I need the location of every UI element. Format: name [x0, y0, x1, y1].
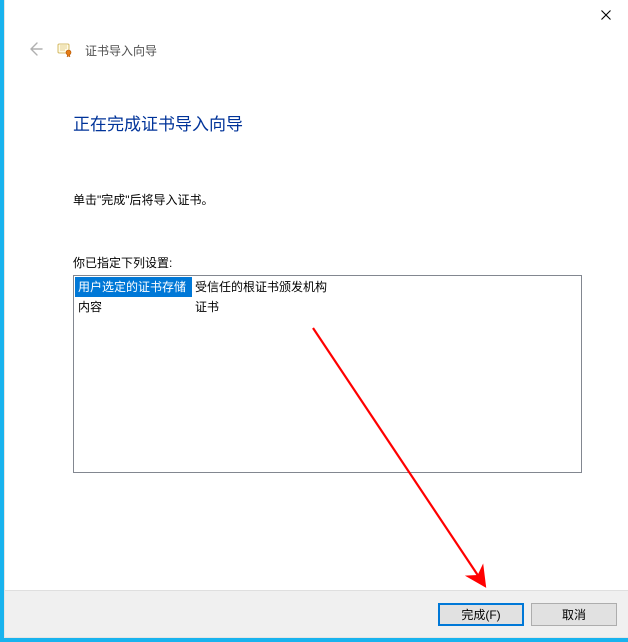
- finish-button[interactable]: 完成(F): [438, 603, 524, 626]
- wizard-window: 证书导入向导 正在完成证书导入向导 单击"完成"后将导入证书。 你已指定下列设置…: [4, 0, 628, 638]
- window-frame-left: [0, 0, 4, 642]
- back-arrow-icon: [26, 40, 44, 61]
- table-row: 内容 证书: [75, 297, 333, 317]
- close-icon: [601, 7, 611, 23]
- setting-value: 受信任的根证书颁发机构: [192, 277, 333, 297]
- page-heading: 正在完成证书导入向导: [73, 110, 582, 135]
- setting-key: 内容: [75, 297, 192, 317]
- cancel-button[interactable]: 取消: [531, 603, 617, 626]
- settings-table: 用户选定的证书存储 受信任的根证书颁发机构 内容 证书: [75, 277, 333, 317]
- table-row: 用户选定的证书存储 受信任的根证书颁发机构: [75, 277, 333, 297]
- wizard-title: 证书导入向导: [85, 42, 157, 59]
- settings-summary-box: 用户选定的证书存储 受信任的根证书颁发机构 内容 证书: [73, 275, 582, 473]
- instruction-text: 单击"完成"后将导入证书。: [73, 191, 582, 208]
- window-frame-bottom: [0, 638, 628, 642]
- titlebar: [5, 0, 628, 30]
- setting-value: 证书: [192, 297, 333, 317]
- back-button[interactable]: [25, 40, 45, 60]
- wizard-content: 正在完成证书导入向导 单击"完成"后将导入证书。 你已指定下列设置: 用户选定的…: [5, 66, 628, 473]
- button-bar: 完成(F) 取消: [5, 590, 628, 637]
- wizard-header: 证书导入向导: [5, 30, 628, 66]
- close-button[interactable]: [583, 0, 628, 29]
- setting-key-selected[interactable]: 用户选定的证书存储: [75, 277, 192, 297]
- settings-label: 你已指定下列设置:: [73, 254, 582, 271]
- certificate-icon: [57, 42, 73, 58]
